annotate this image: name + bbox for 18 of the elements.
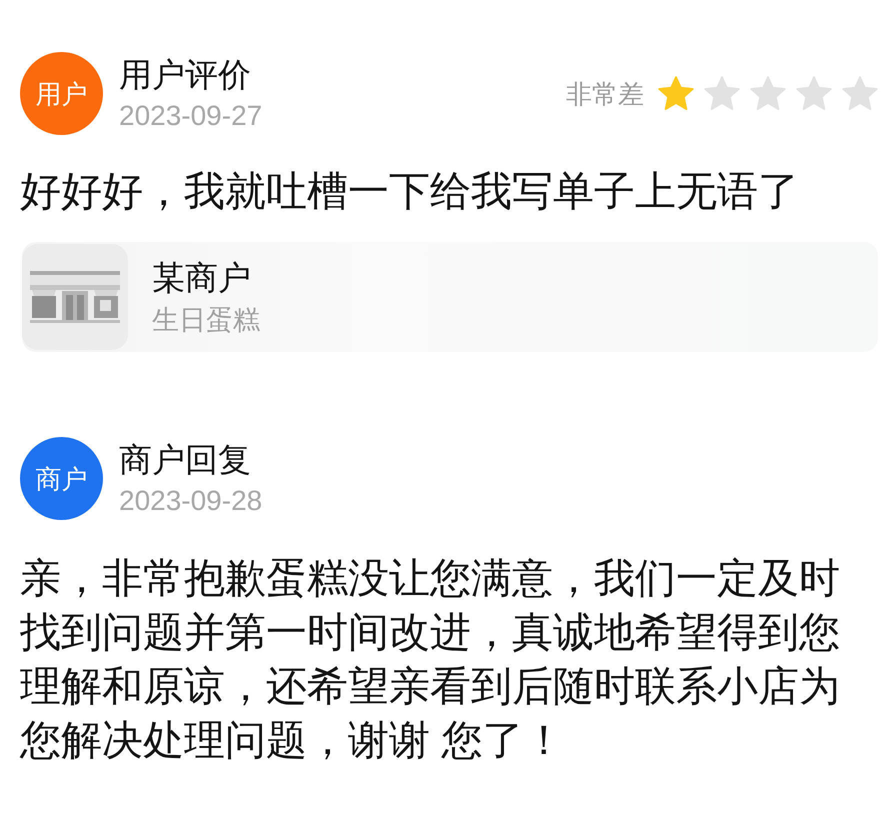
user-avatar: 用户 — [20, 52, 103, 135]
storefront-icon — [22, 244, 128, 350]
shop-card[interactable]: 某商户 生日蛋糕 — [22, 242, 878, 352]
shop-name: 某商户 — [152, 258, 252, 298]
post-title: 用户评价 — [119, 54, 252, 94]
shop-category: 生日蛋糕 — [152, 304, 260, 336]
reply-text: 亲，非常抱歉蛋糕没让您满意，我们一定及时找到问题并第一时间改进，真诚地希望得到您理解和原谅，还希望亲看到后随时联系小店为您解决处理问题，谢谢 您了！ — [20, 554, 841, 765]
rating-label: 非常差 — [566, 80, 644, 106]
star-icon — [796, 76, 832, 111]
star-icon — [750, 76, 786, 111]
post-date: 2023-09-27 — [119, 98, 262, 132]
merchant-avatar: 商户 — [20, 437, 103, 520]
post-date: 2023-09-28 — [119, 484, 262, 518]
star-icon — [658, 76, 694, 111]
star-icon — [704, 76, 740, 111]
star-icon — [842, 76, 878, 111]
review-text: 好好好，我就吐槽一下给我写单子上无语了 — [20, 167, 800, 216]
post-title: 商户回复 — [119, 440, 252, 480]
